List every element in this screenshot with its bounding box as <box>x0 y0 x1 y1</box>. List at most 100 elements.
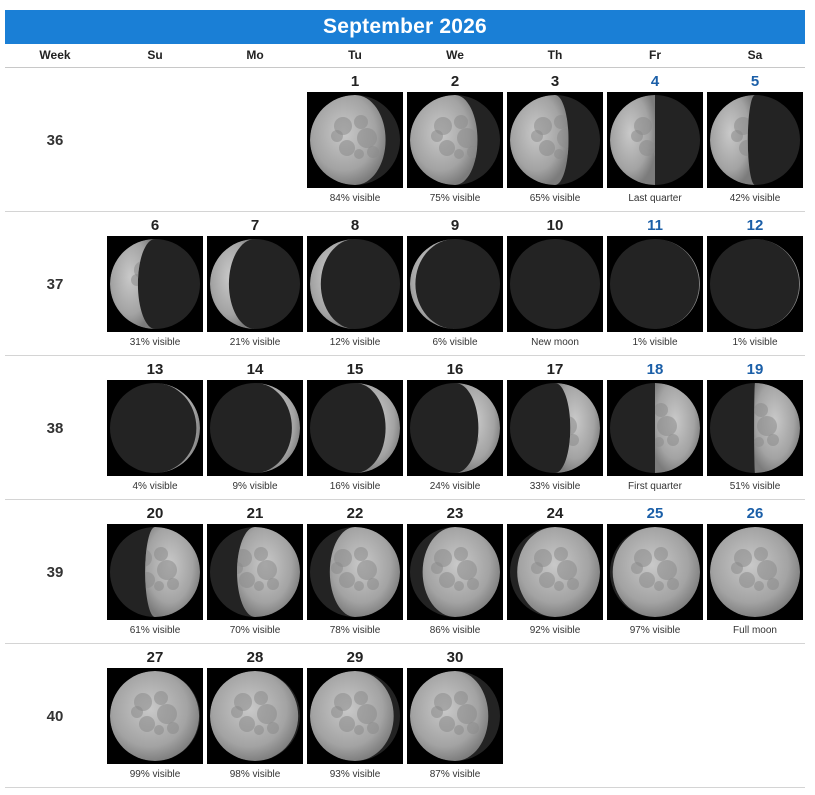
day-cell-1[interactable]: 1 84% visible <box>307 72 403 206</box>
moon-phase-image <box>407 380 503 476</box>
day-number: 19 <box>746 361 764 378</box>
day-cell-12[interactable]: 12 1% visible <box>707 216 803 350</box>
day-cell-24[interactable]: 24 92% visible <box>507 504 603 638</box>
day-number: 2 <box>450 73 460 90</box>
day-cell-11[interactable]: 11 1% visible <box>607 216 703 350</box>
day-number: 5 <box>750 73 760 90</box>
day-number: 27 <box>146 649 164 666</box>
visibility-label: 92% visible <box>529 625 581 636</box>
visibility-label: 70% visible <box>229 625 281 636</box>
moon-phase-image <box>707 380 803 476</box>
column-header-week: Week <box>39 48 71 62</box>
moon-phase-image <box>607 236 703 332</box>
day-number: 15 <box>346 361 364 378</box>
visibility-label: 75% visible <box>429 193 481 204</box>
day-cell-17[interactable]: 17 33% visible <box>507 360 603 494</box>
day-number: 6 <box>150 217 160 234</box>
day-cell-8[interactable]: 8 12% visible <box>307 216 403 350</box>
day-cell-26[interactable]: 26 Full moon <box>707 504 803 638</box>
moon-phase-image <box>407 236 503 332</box>
moon-phase-image <box>207 668 303 764</box>
day-cell-27[interactable]: 27 99% visible <box>107 648 203 782</box>
visibility-label: 9% visible <box>232 481 278 492</box>
moon-phase-image <box>507 380 603 476</box>
day-number: 21 <box>246 505 264 522</box>
moon-phase-image <box>207 524 303 620</box>
visibility-label: Full moon <box>733 625 777 636</box>
day-number: 9 <box>450 217 460 234</box>
moon-calendar: September 2026 Week Su Mo Tu We Th Fr Sa 36 1 84% … <box>0 0 815 795</box>
moon-phase-image <box>707 92 803 188</box>
day-number: 18 <box>646 361 664 378</box>
row-divider <box>5 787 805 788</box>
visibility-label: 4% visible <box>132 481 178 492</box>
moon-phase-image <box>407 92 503 188</box>
day-cell-4[interactable]: 4 Last quarter <box>607 72 703 206</box>
day-cell-5[interactable]: 5 42% visible <box>707 72 803 206</box>
visibility-label: First quarter <box>628 481 682 492</box>
day-number: 11 <box>647 217 663 234</box>
day-cell-7[interactable]: 7 21% visible <box>207 216 303 350</box>
day-number: 7 <box>250 217 260 234</box>
day-number: 8 <box>350 217 360 234</box>
moon-phase-image <box>607 92 703 188</box>
calendar-title: September 2026 <box>5 10 805 44</box>
moon-phase-image <box>207 380 303 476</box>
day-number: 25 <box>646 505 664 522</box>
day-cell-18[interactable]: 18 First quarter <box>607 360 703 494</box>
visibility-label: 93% visible <box>329 769 381 780</box>
column-header-tu: Tu <box>348 48 362 62</box>
moon-phase-image <box>507 236 603 332</box>
day-cell-14[interactable]: 14 9% visible <box>207 360 303 494</box>
visibility-label: 86% visible <box>429 625 481 636</box>
day-cell-13[interactable]: 13 4% visible <box>107 360 203 494</box>
day-cell-25[interactable]: 25 97% visible <box>607 504 703 638</box>
visibility-label: 21% visible <box>229 337 281 348</box>
day-number: 10 <box>546 217 564 234</box>
day-cell-9[interactable]: 9 6% visible <box>407 216 503 350</box>
day-number: 17 <box>546 361 564 378</box>
day-cell-21[interactable]: 21 70% visible <box>207 504 303 638</box>
visibility-label: 99% visible <box>129 769 181 780</box>
column-header-sa: Sa <box>747 48 763 62</box>
day-cell-22[interactable]: 22 78% visible <box>307 504 403 638</box>
day-number: 23 <box>446 505 464 522</box>
day-cell-28[interactable]: 28 98% visible <box>207 648 303 782</box>
visibility-label: 12% visible <box>329 337 381 348</box>
header-divider <box>5 67 805 68</box>
day-number: 16 <box>446 361 464 378</box>
moon-phase-image <box>107 380 203 476</box>
day-number: 12 <box>746 217 764 234</box>
day-number: 24 <box>546 505 564 522</box>
row-divider <box>5 211 805 212</box>
day-cell-23[interactable]: 23 86% visible <box>407 504 503 638</box>
day-cell-16[interactable]: 16 24% visible <box>407 360 503 494</box>
day-cell-29[interactable]: 29 93% visible <box>307 648 403 782</box>
day-number: 1 <box>350 73 360 90</box>
moon-phase-image <box>407 668 503 764</box>
week-number: 38 <box>46 420 64 437</box>
moon-phase-image <box>707 524 803 620</box>
visibility-label: 31% visible <box>129 337 181 348</box>
day-cell-20[interactable]: 20 61% visible <box>107 504 203 638</box>
visibility-label: Last quarter <box>628 193 682 204</box>
week-number: 39 <box>46 564 64 581</box>
day-cell-3[interactable]: 3 65% visible <box>507 72 603 206</box>
day-cell-6[interactable]: 6 31% visible <box>107 216 203 350</box>
moon-phase-image <box>307 380 403 476</box>
moon-phase-image <box>207 236 303 332</box>
visibility-label: 87% visible <box>429 769 481 780</box>
day-cell-15[interactable]: 15 16% visible <box>307 360 403 494</box>
moon-phase-image <box>107 668 203 764</box>
visibility-label: 1% visible <box>732 337 778 348</box>
day-cell-2[interactable]: 2 75% visible <box>407 72 503 206</box>
day-cell-19[interactable]: 19 51% visible <box>707 360 803 494</box>
moon-phase-image <box>607 524 703 620</box>
day-cell-30[interactable]: 30 87% visible <box>407 648 503 782</box>
visibility-label: 51% visible <box>729 481 781 492</box>
moon-phase-image <box>307 92 403 188</box>
day-number: 4 <box>650 73 660 90</box>
row-divider <box>5 643 805 644</box>
day-cell-10[interactable]: 10 New moon <box>507 216 603 350</box>
week-number: 36 <box>46 132 64 149</box>
